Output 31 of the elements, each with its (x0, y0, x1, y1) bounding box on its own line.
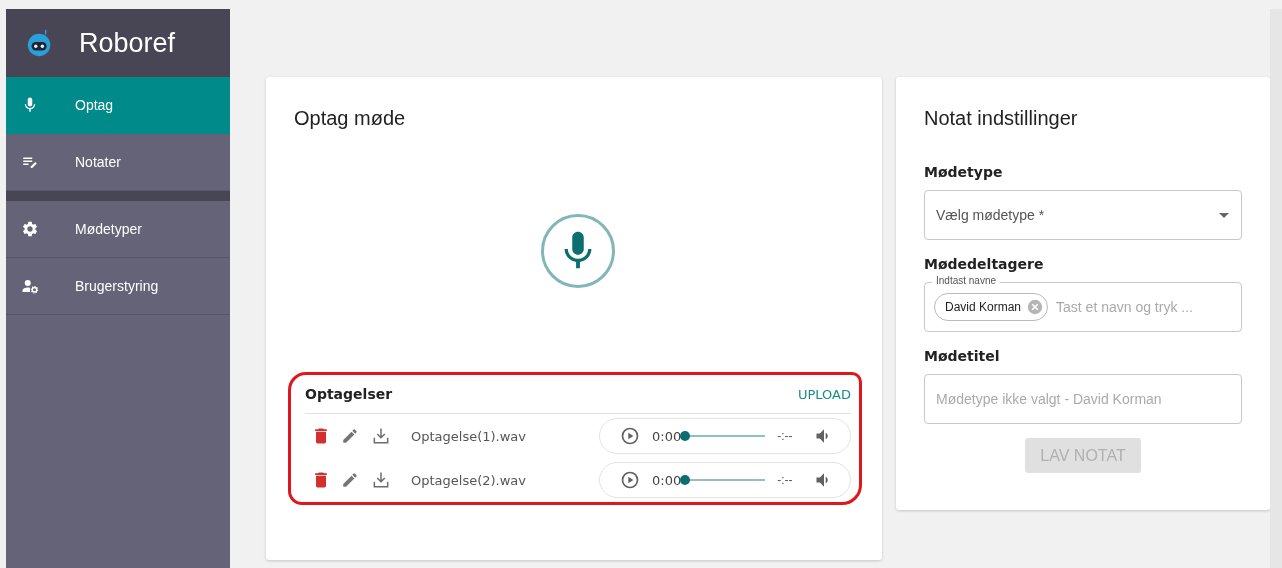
nav-item[interactable]: Optag (6, 77, 230, 134)
nav-item[interactable]: Mødetyper (6, 201, 230, 258)
edit-icon[interactable] (341, 427, 359, 445)
field-label: Mødetype (924, 164, 1004, 180)
play-icon[interactable] (620, 470, 640, 490)
field-label: Mødedeltagere (924, 256, 1045, 272)
upload-button[interactable]: UPLOAD (797, 386, 851, 402)
placeholder-text: Vælg mødetype * (936, 207, 1046, 223)
settings-icon (21, 220, 39, 238)
title-input-field[interactable]: Mødetype ikke valgt - David Korman (924, 374, 1242, 424)
file-name: Optagelse(2).wav (411, 472, 528, 488)
card-title: Notat indstillinger (924, 107, 1079, 130)
field-legend: Indtast navne (932, 275, 1001, 286)
file-name: Optagelse(1).wav (411, 428, 528, 444)
download-icon[interactable] (371, 426, 391, 446)
chip-label: David Korman (945, 300, 1022, 314)
duration: -:-- (777, 429, 793, 443)
play-icon[interactable] (620, 426, 640, 446)
nav-item[interactable]: Brugerstyring (6, 258, 230, 315)
card-title: Optag møde (294, 107, 407, 130)
field-label: Mødetitel (924, 348, 1001, 364)
duration: -:-- (777, 473, 793, 487)
download-icon[interactable] (371, 470, 391, 490)
current-time: 0:00 (652, 472, 682, 488)
dropdown-field[interactable]: Vælg mødetype * (924, 190, 1242, 240)
user-gear-icon (21, 277, 39, 295)
edit-icon[interactable] (341, 471, 359, 489)
caret-icon (1219, 212, 1229, 218)
app-name: Roboref (79, 27, 176, 59)
current-time: 0:00 (652, 428, 682, 444)
section-title: Optagelser (305, 386, 393, 402)
